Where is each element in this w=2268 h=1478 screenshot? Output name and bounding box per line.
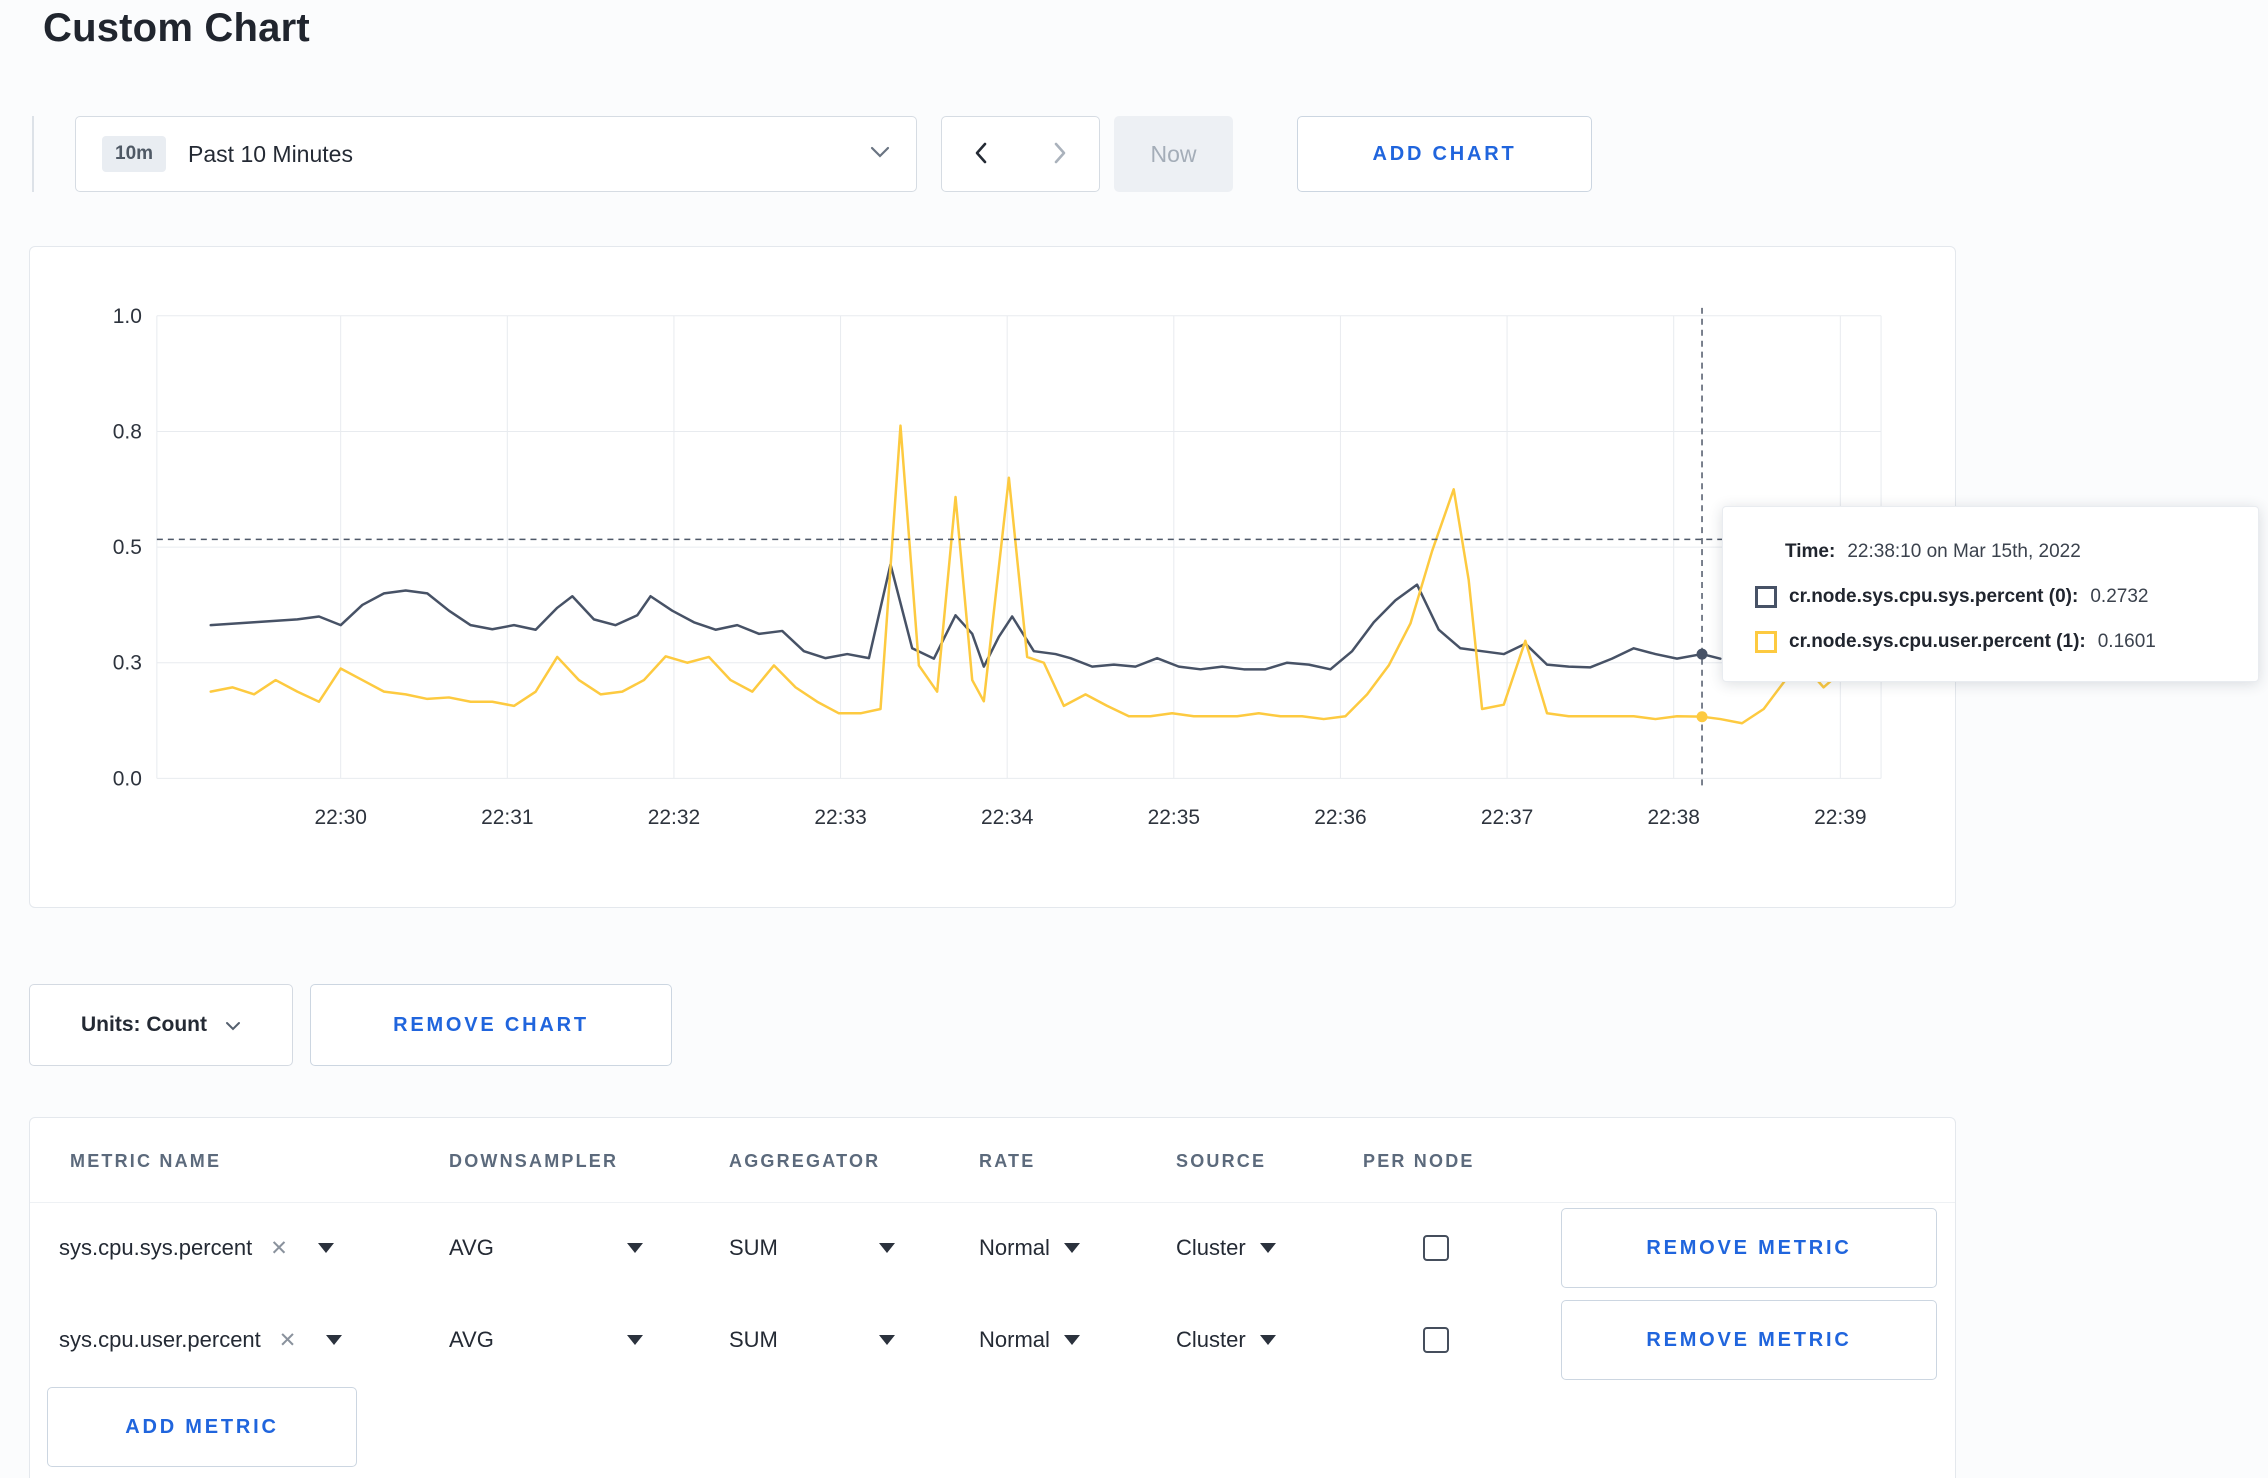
svg-text:22:36: 22:36	[1314, 806, 1366, 829]
page-title: Custom Chart	[43, 6, 310, 50]
add-chart-button[interactable]: ADD CHART	[1297, 116, 1592, 192]
time-next-button[interactable]	[1020, 116, 1100, 192]
clear-metric-icon[interactable]: ✕	[279, 1328, 297, 1353]
metric-name-label: sys.cpu.user.percent	[59, 1327, 261, 1352]
custom-chart-page: Custom Chart 10m Past 10 Minutes Now ADD…	[0, 0, 2268, 1478]
cpu-line-chart[interactable]: 0.0 0.3 0.5 0.8 1.0 22:30 22:31 22:32 22:33 22:34…	[30, 247, 1955, 907]
svg-text:22:38: 22:38	[1647, 806, 1699, 829]
caret-down-icon	[879, 1335, 895, 1345]
chevron-right-icon	[1053, 141, 1067, 168]
col-header-downsampler: DOWNSAMPLER	[449, 1151, 619, 1171]
time-range-select[interactable]: 10m Past 10 Minutes	[75, 116, 917, 192]
per-node-checkbox[interactable]	[1423, 1327, 1449, 1353]
tooltip-series-value: 0.2732	[2090, 585, 2149, 607]
metric-name-select[interactable]: sys.cpu.user.percent ✕	[59, 1327, 343, 1353]
aggregator-select[interactable]: SUM	[729, 1327, 895, 1353]
svg-text:22:32: 22:32	[648, 806, 700, 829]
metrics-table: METRIC NAME DOWNSAMPLER AGGREGATOR RATE …	[29, 1117, 1956, 1478]
col-header-per-node: PER NODE	[1363, 1151, 1475, 1171]
svg-text:22:33: 22:33	[814, 806, 866, 829]
svg-text:0.3: 0.3	[113, 652, 142, 675]
svg-text:0.0: 0.0	[113, 767, 142, 790]
toolbar-left-divider	[32, 116, 34, 192]
chevron-left-icon	[974, 141, 988, 168]
tooltip-series-row: cr.node.sys.cpu.sys.percent (0): 0.2732	[1723, 574, 2258, 619]
svg-text:22:31: 22:31	[481, 806, 533, 829]
caret-down-icon	[1063, 1243, 1080, 1253]
now-button[interactable]: Now	[1114, 116, 1233, 192]
time-range-label: Past 10 Minutes	[188, 140, 353, 167]
downsampler-select[interactable]: AVG	[449, 1235, 643, 1261]
downsampler-value: AVG	[449, 1235, 494, 1260]
downsampler-value: AVG	[449, 1327, 494, 1352]
rate-value: Normal	[979, 1235, 1050, 1260]
svg-text:22:34: 22:34	[981, 806, 1034, 829]
chart-tooltip: Time: 22:38:10 on Mar 15th, 2022 cr.node…	[1722, 506, 2259, 682]
metrics-table-header: METRIC NAME DOWNSAMPLER AGGREGATOR RATE …	[30, 1118, 1955, 1203]
tooltip-time-row: Time: 22:38:10 on Mar 15th, 2022	[1723, 529, 2258, 574]
tooltip-time-value: 22:38:10 on Mar 15th, 2022	[1847, 540, 2081, 562]
downsampler-select[interactable]: AVG	[449, 1327, 643, 1353]
source-value: Cluster	[1176, 1327, 1246, 1352]
tooltip-series-label: cr.node.sys.cpu.sys.percent (0):	[1789, 585, 2079, 607]
time-prev-button[interactable]	[941, 116, 1021, 192]
time-range-badge: 10m	[102, 136, 167, 172]
metric-name-select[interactable]: sys.cpu.sys.percent ✕	[59, 1235, 334, 1261]
source-select[interactable]: Cluster	[1176, 1327, 1276, 1353]
caret-down-icon	[627, 1335, 643, 1345]
remove-metric-button[interactable]: REMOVE METRIC	[1561, 1300, 1937, 1380]
remove-chart-button[interactable]: REMOVE CHART	[310, 984, 672, 1066]
units-select[interactable]: Units: Count	[29, 984, 293, 1066]
rate-select[interactable]: Normal	[979, 1327, 1080, 1353]
caret-down-icon	[1063, 1335, 1080, 1345]
col-header-metric-name: METRIC NAME	[70, 1151, 222, 1171]
add-metric-button[interactable]: ADD METRIC	[47, 1387, 357, 1467]
source-select[interactable]: Cluster	[1176, 1235, 1276, 1261]
tooltip-series-value: 0.1601	[2097, 630, 2156, 652]
remove-metric-button[interactable]: REMOVE METRIC	[1561, 1208, 1937, 1288]
col-header-aggregator: AGGREGATOR	[729, 1151, 881, 1171]
series-user-swatch-icon	[1755, 630, 1777, 653]
series-sys-swatch-icon	[1755, 585, 1777, 608]
tooltip-series-row: cr.node.sys.cpu.user.percent (1): 0.1601	[1723, 619, 2258, 664]
aggregator-select[interactable]: SUM	[729, 1235, 895, 1261]
units-label: Units: Count	[81, 1013, 207, 1036]
chevron-down-icon	[225, 1013, 241, 1037]
rate-select[interactable]: Normal	[979, 1235, 1080, 1261]
per-node-checkbox[interactable]	[1423, 1235, 1449, 1261]
metric-row: sys.cpu.sys.percent ✕ AVG SUM Normal Clu…	[30, 1202, 1955, 1294]
clear-metric-icon[interactable]: ✕	[270, 1236, 288, 1261]
caret-down-icon	[879, 1243, 895, 1253]
tooltip-time-label: Time:	[1785, 540, 1836, 562]
rate-value: Normal	[979, 1327, 1050, 1352]
caret-down-icon	[1259, 1243, 1276, 1253]
svg-text:1.0: 1.0	[113, 305, 142, 328]
chart-card: 0.0 0.3 0.5 0.8 1.0 22:30 22:31 22:32 22:33 22:34…	[29, 246, 1956, 908]
aggregator-value: SUM	[729, 1235, 778, 1260]
caret-down-icon[interactable]	[317, 1243, 334, 1253]
aggregator-value: SUM	[729, 1327, 778, 1352]
svg-text:0.8: 0.8	[113, 420, 142, 443]
metric-row: sys.cpu.user.percent ✕ AVG SUM Normal Cl…	[30, 1294, 1955, 1386]
caret-down-icon	[1259, 1335, 1276, 1345]
tooltip-series-label: cr.node.sys.cpu.user.percent (1):	[1789, 630, 2086, 652]
col-header-rate: RATE	[979, 1151, 1036, 1171]
svg-text:22:39: 22:39	[1814, 806, 1866, 829]
svg-text:22:30: 22:30	[314, 806, 366, 829]
caret-down-icon	[627, 1243, 643, 1253]
svg-text:22:37: 22:37	[1481, 806, 1533, 829]
chevron-down-icon	[870, 145, 890, 163]
metric-name-label: sys.cpu.sys.percent	[59, 1235, 253, 1260]
svg-text:0.5: 0.5	[113, 536, 142, 559]
col-header-source: SOURCE	[1176, 1151, 1267, 1171]
svg-text:22:35: 22:35	[1148, 806, 1200, 829]
source-value: Cluster	[1176, 1235, 1246, 1260]
caret-down-icon[interactable]	[326, 1335, 343, 1345]
